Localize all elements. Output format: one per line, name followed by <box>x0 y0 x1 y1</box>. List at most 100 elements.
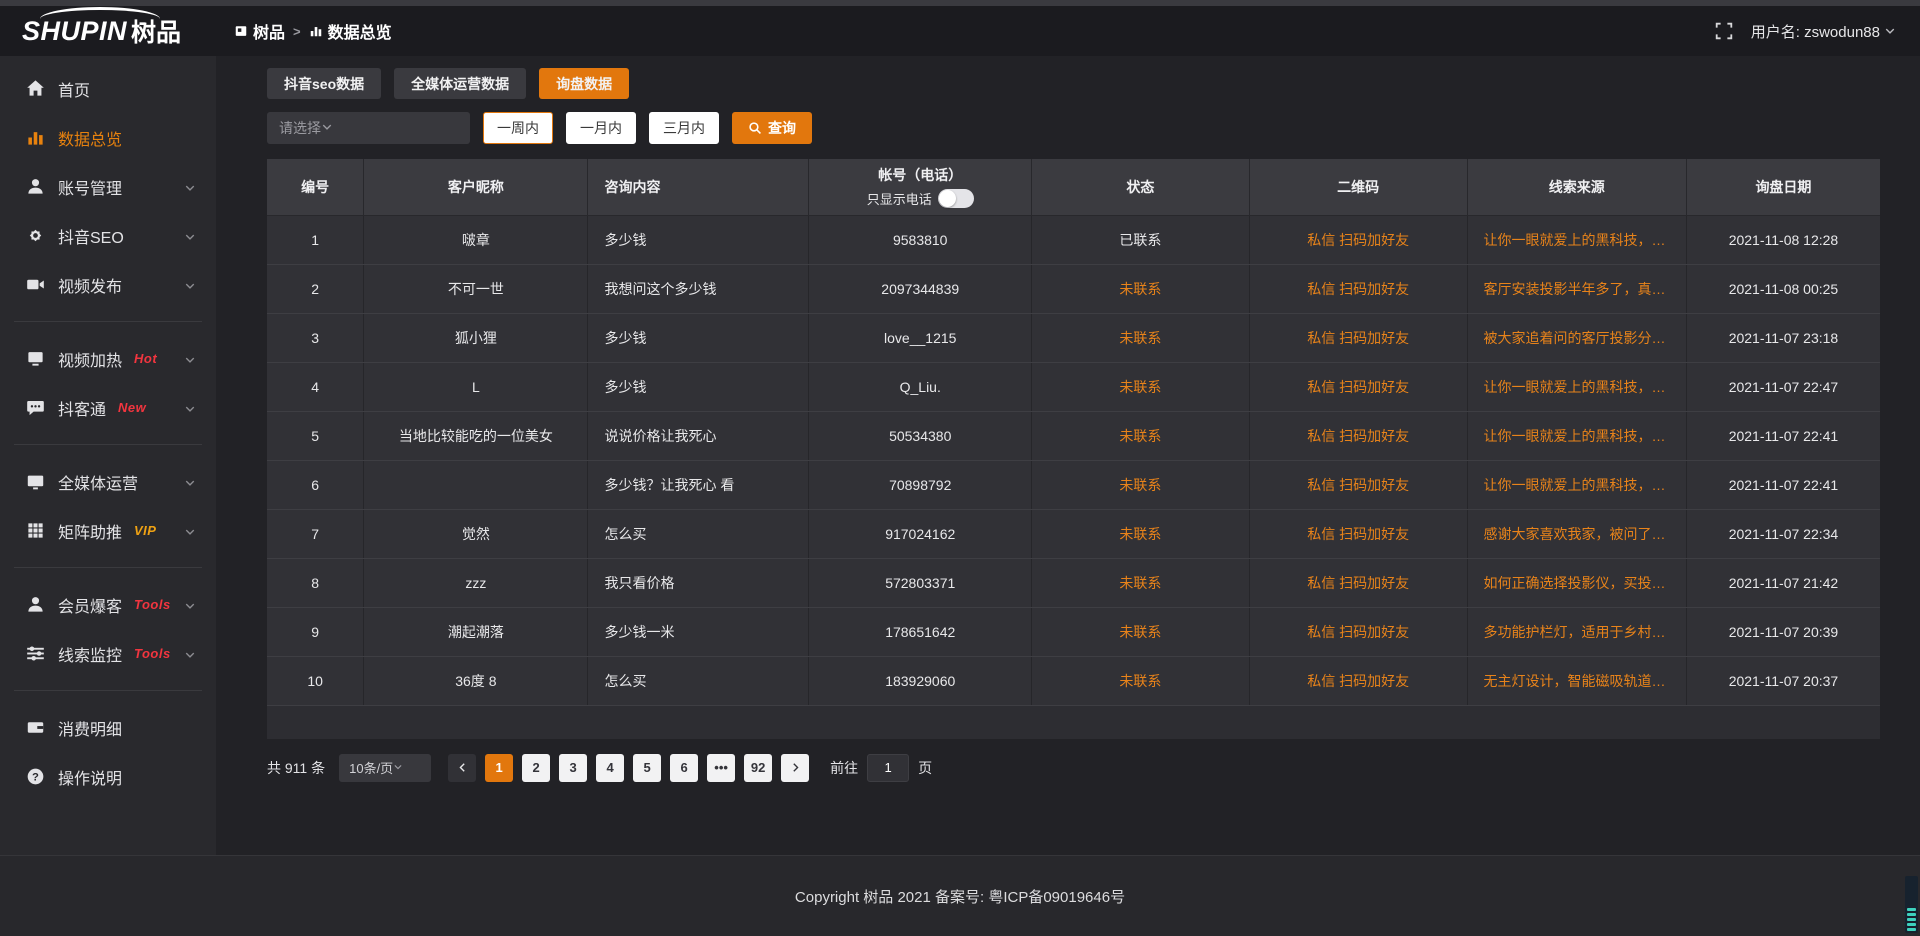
filter-select[interactable]: 请选择 <box>267 112 470 144</box>
period-button-一月内[interactable]: 一月内 <box>566 112 636 144</box>
qr-link-扫码加好友[interactable]: 扫码加好友 <box>1339 379 1409 395</box>
qr-link-扫码加好友[interactable]: 扫码加好友 <box>1339 477 1409 493</box>
table-row: 1036度 8怎么买183929060未联系私信 扫码加好友无主灯设计，智能磁吸… <box>267 656 1880 705</box>
cell-source[interactable]: 客厅安装投影半年多了，真实... <box>1467 264 1686 313</box>
cell-qr[interactable]: 私信 扫码加好友 <box>1249 460 1467 509</box>
qr-link-私信[interactable]: 私信 <box>1307 428 1335 444</box>
sidebar-item-label: 视频加热 <box>58 347 122 371</box>
user-icon <box>26 177 45 196</box>
cell-source[interactable]: 让你一眼就爱上的黑科技，能... <box>1467 362 1686 411</box>
cell-qr[interactable]: 私信 扫码加好友 <box>1249 264 1467 313</box>
cell-source[interactable]: 让你一眼就爱上的黑科技，能... <box>1467 411 1686 460</box>
page-button-92[interactable]: 92 <box>744 754 772 782</box>
camera-icon <box>26 275 45 294</box>
page-size-select[interactable]: 10条/页 <box>339 754 431 782</box>
cell-qr[interactable]: 私信 扫码加好友 <box>1249 215 1467 264</box>
table-row: 1啵章多少钱9583810已联系私信 扫码加好友让你一眼就爱上的黑科技，能...… <box>267 215 1880 264</box>
sidebar-item-label: 全媒体运营 <box>58 470 138 494</box>
qr-link-扫码加好友[interactable]: 扫码加好友 <box>1339 526 1409 542</box>
qr-link-私信[interactable]: 私信 <box>1307 575 1335 591</box>
sidebar-item-数据总览[interactable]: 数据总览 <box>0 113 216 162</box>
page-button-1[interactable]: 1 <box>485 754 513 782</box>
page-ellipsis-button[interactable]: ••• <box>707 754 735 782</box>
qr-link-扫码加好友[interactable]: 扫码加好友 <box>1339 330 1409 346</box>
cell-source[interactable]: 让你一眼就爱上的黑科技，能... <box>1467 215 1686 264</box>
qr-link-扫码加好友[interactable]: 扫码加好友 <box>1339 575 1409 591</box>
qr-link-扫码加好友[interactable]: 扫码加好友 <box>1339 624 1409 640</box>
qr-link-私信[interactable]: 私信 <box>1307 281 1335 297</box>
cell-account: 917024162 <box>809 509 1032 558</box>
sidebar-item-矩阵助推[interactable]: 矩阵助推VIP <box>0 506 216 555</box>
tab-全媒体运营数据[interactable]: 全媒体运营数据 <box>394 68 526 99</box>
next-page-button[interactable] <box>781 754 809 782</box>
goto-page-input[interactable] <box>867 754 909 782</box>
cell-source[interactable]: 如何正确选择投影仪，买投影... <box>1467 558 1686 607</box>
sidebar-item-抖客通[interactable]: 抖客通New <box>0 383 216 432</box>
search-button[interactable]: 查询 <box>732 112 812 144</box>
sidebar-badge: New <box>118 400 146 415</box>
page-button-2[interactable]: 2 <box>522 754 550 782</box>
cell-qr[interactable]: 私信 扫码加好友 <box>1249 509 1467 558</box>
period-button-一周内[interactable]: 一周内 <box>483 112 553 144</box>
page-button-5[interactable]: 5 <box>633 754 661 782</box>
phone-only-toggle[interactable] <box>938 189 974 208</box>
qr-link-私信[interactable]: 私信 <box>1307 526 1335 542</box>
user-menu[interactable]: 用户名: zswodun88 <box>1751 21 1896 42</box>
qr-link-私信[interactable]: 私信 <box>1307 624 1335 640</box>
cell-date: 2021-11-07 21:42 <box>1686 558 1880 607</box>
qr-link-私信[interactable]: 私信 <box>1307 232 1335 248</box>
qr-link-扫码加好友[interactable]: 扫码加好友 <box>1339 232 1409 248</box>
qr-link-扫码加好友[interactable]: 扫码加好友 <box>1339 281 1409 297</box>
sidebar-item-视频加热[interactable]: 视频加热Hot <box>0 334 216 383</box>
cell-no: 1 <box>267 215 364 264</box>
sidebar-item-会员爆客[interactable]: 会员爆客Tools <box>0 580 216 629</box>
topbar: SHUPIN 树品 树品>数据总览 用户名: zswodun88 <box>0 6 1920 56</box>
prev-page-button[interactable] <box>448 754 476 782</box>
qr-link-私信[interactable]: 私信 <box>1307 673 1335 689</box>
cell-source[interactable]: 无主灯设计，智能磁吸轨道灯... <box>1467 656 1686 705</box>
home-icon <box>26 79 45 98</box>
sidebar-item-抖音SEO[interactable]: 抖音SEO <box>0 211 216 260</box>
sidebar-item-全媒体运营[interactable]: 全媒体运营 <box>0 457 216 506</box>
cell-qr[interactable]: 私信 扫码加好友 <box>1249 656 1467 705</box>
qr-link-扫码加好友[interactable]: 扫码加好友 <box>1339 428 1409 444</box>
cell-qr[interactable]: 私信 扫码加好友 <box>1249 558 1467 607</box>
cell-qr[interactable]: 私信 扫码加好友 <box>1249 411 1467 460</box>
qr-link-私信[interactable]: 私信 <box>1307 379 1335 395</box>
breadcrumb-label: 树品 <box>253 19 285 43</box>
cell-source[interactable]: 被大家追着问的客厅投影分享... <box>1467 313 1686 362</box>
cell-source[interactable]: 感谢大家喜欢我家，被问了好... <box>1467 509 1686 558</box>
breadcrumb: 树品>数据总览 <box>234 19 392 43</box>
qr-link-私信[interactable]: 私信 <box>1307 330 1335 346</box>
page-button-3[interactable]: 3 <box>559 754 587 782</box>
cell-qr[interactable]: 私信 扫码加好友 <box>1249 313 1467 362</box>
period-button-三月内[interactable]: 三月内 <box>649 112 719 144</box>
tab-询盘数据[interactable]: 询盘数据 <box>539 68 629 99</box>
cell-source[interactable]: 多功能护栏灯，适用于乡村文... <box>1467 607 1686 656</box>
search-icon <box>748 121 762 135</box>
sidebar-item-视频发布[interactable]: 视频发布 <box>0 260 216 309</box>
sidebar-item-线索监控[interactable]: 线索监控Tools <box>0 629 216 678</box>
cell-no: 7 <box>267 509 364 558</box>
page-button-6[interactable]: 6 <box>670 754 698 782</box>
page-button-4[interactable]: 4 <box>596 754 624 782</box>
sidebar-item-操作说明[interactable]: ?操作说明 <box>0 752 216 801</box>
sidebar-item-label: 线索监控 <box>58 642 122 666</box>
copyright-text: Copyright 树品 2021 备案号: 粤ICP备09019646号 <box>795 886 1125 907</box>
qr-link-私信[interactable]: 私信 <box>1307 477 1335 493</box>
sidebar-item-首页[interactable]: 首页 <box>0 64 216 113</box>
logo-arc <box>40 7 160 19</box>
cell-account: 2097344839 <box>809 264 1032 313</box>
sidebar-item-账号管理[interactable]: 账号管理 <box>0 162 216 211</box>
breadcrumb-item[interactable]: 数据总览 <box>309 19 392 43</box>
cell-qr[interactable]: 私信 扫码加好友 <box>1249 362 1467 411</box>
cell-qr[interactable]: 私信 扫码加好友 <box>1249 607 1467 656</box>
qr-link-扫码加好友[interactable]: 扫码加好友 <box>1339 673 1409 689</box>
sidebar-item-消费明细[interactable]: 消费明细 <box>0 703 216 752</box>
cell-source[interactable]: 让你一眼就爱上的黑科技，能... <box>1467 460 1686 509</box>
breadcrumb-item[interactable]: 树品 <box>234 19 285 43</box>
sidebar-divider <box>14 690 202 691</box>
fullscreen-icon[interactable] <box>1715 22 1733 40</box>
column-header-二维码: 二维码 <box>1249 159 1467 215</box>
tab-抖音seo数据[interactable]: 抖音seo数据 <box>267 68 381 99</box>
